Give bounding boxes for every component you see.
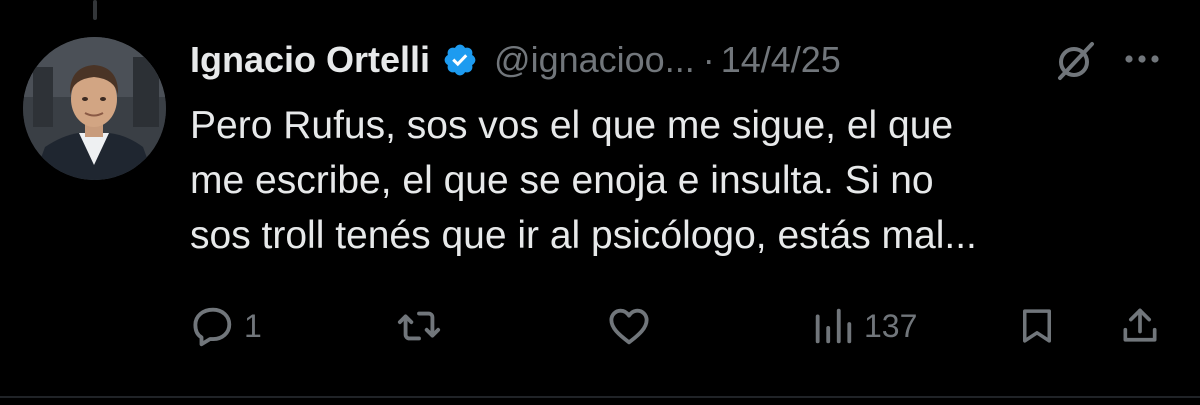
header-separator: ·	[702, 39, 715, 80]
reply-icon	[193, 307, 232, 347]
profile-photo	[23, 37, 166, 180]
divider	[0, 396, 1200, 398]
repost-icon	[397, 311, 441, 341]
grok-icon[interactable]	[1052, 38, 1098, 84]
repost-button[interactable]	[396, 296, 450, 356]
more-options-icon[interactable]	[1120, 42, 1164, 76]
views-button[interactable]: 137	[810, 296, 917, 356]
like-button[interactable]	[604, 296, 662, 356]
tweet-text-line: me escribe, el que se enoja e insulta. S…	[190, 159, 934, 202]
tweet-text-line: Pero Rufus, sos vos el que me sigue, el …	[190, 104, 954, 147]
tweet-actions: 1 137	[0, 296, 1200, 356]
thread-connector-line	[93, 0, 97, 20]
share-icon	[1123, 308, 1157, 342]
view-count: 137	[864, 307, 918, 344]
views-chart-icon	[815, 308, 852, 344]
tweet-header: Ignacio Ortelli @ignacioo... · 14/4/25	[190, 32, 841, 88]
reply-button[interactable]: 1	[190, 296, 262, 356]
bookmark-button[interactable]	[1016, 296, 1058, 356]
bookmark-icon	[1023, 309, 1051, 343]
heart-icon	[609, 308, 649, 345]
verified-badge-icon	[444, 44, 476, 76]
tweet-text-line: sos troll tenés que ir al psicólogo, est…	[190, 214, 977, 257]
author-name[interactable]: Ignacio Ortelli	[190, 39, 430, 81]
tweet-text: Pero Rufus, sos vos el que me sigue, el …	[190, 98, 1180, 263]
reply-count: 1	[244, 307, 262, 344]
share-button[interactable]	[1118, 296, 1162, 356]
tweet-date[interactable]: 14/4/25	[721, 39, 841, 81]
avatar[interactable]	[23, 37, 166, 180]
author-handle[interactable]: @ignacioo...	[494, 39, 695, 81]
